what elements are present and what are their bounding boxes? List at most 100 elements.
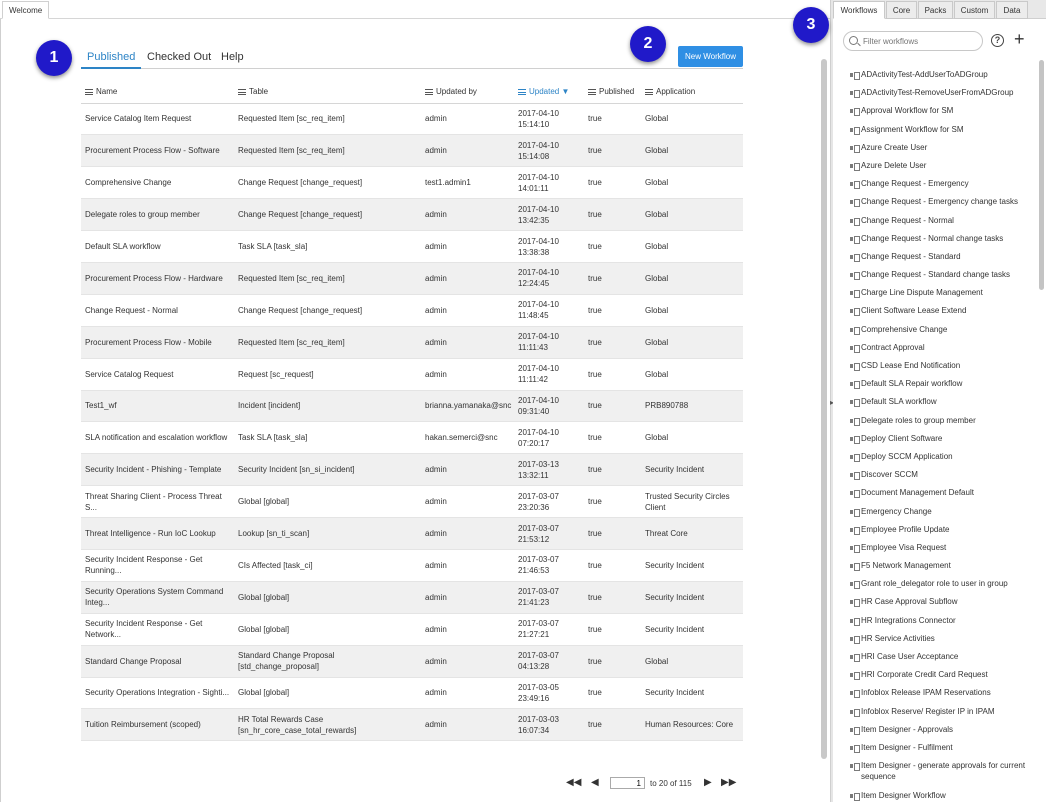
- cell-updated: 2017-04-10 15:14:08: [514, 134, 584, 168]
- next-page-icon[interactable]: ▶: [704, 777, 712, 788]
- page-number-input[interactable]: [610, 777, 645, 789]
- table-row[interactable]: Service Catalog Request Request [sc_reque…: [81, 358, 743, 391]
- table-row[interactable]: Tuition Reimbursement (scoped) HR Total R…: [81, 708, 743, 742]
- column-menu-icon[interactable]: [645, 89, 653, 96]
- column-menu-icon[interactable]: [425, 89, 433, 96]
- panel-tab-data[interactable]: Data: [996, 1, 1028, 19]
- table-row[interactable]: Security Incident - Phishing - Template S…: [81, 453, 743, 487]
- workflow-list-item[interactable]: Item Designer - Approvals: [847, 722, 1033, 740]
- cell-updated-date: 2017-04-10: [518, 140, 559, 150]
- workflow-list-item[interactable]: Charge Line Dispute Management: [847, 285, 1033, 303]
- table-row[interactable]: Service Catalog Item Request Requested It…: [81, 103, 743, 136]
- workflow-list-item[interactable]: Change Request - Normal: [847, 213, 1033, 231]
- workflow-list-item[interactable]: HR Service Activities: [847, 631, 1033, 649]
- column-header-published[interactable]: Published: [584, 81, 641, 104]
- cell-name: Procurement Process Flow - Software: [81, 134, 234, 168]
- column-header-updated-by[interactable]: Updated by: [421, 81, 514, 104]
- last-page-icon[interactable]: ▶▶: [721, 777, 736, 788]
- first-page-icon[interactable]: ◀◀: [566, 777, 581, 788]
- workflow-list-item[interactable]: Azure Delete User: [847, 158, 1033, 176]
- column-header-updated[interactable]: Updated ▼: [514, 81, 584, 104]
- column-menu-icon[interactable]: [518, 89, 526, 96]
- main-scrollbar[interactable]: [821, 59, 827, 759]
- tab-checked-out[interactable]: Checked Out: [141, 49, 217, 69]
- workflow-list-item[interactable]: ADActivityTest-RemoveUserFromADGroup: [847, 85, 1033, 103]
- workflow-list-item[interactable]: Change Request - Emergency change tasks: [847, 194, 1033, 212]
- cell-updated: 2017-03-07 04:13:28: [514, 645, 584, 678]
- tab-welcome[interactable]: Welcome: [2, 1, 50, 19]
- table-row[interactable]: Security Operations System Command Integ…: [81, 581, 743, 614]
- workflow-list-item[interactable]: Employee Visa Request: [847, 540, 1033, 558]
- panel-scrollbar[interactable]: [1039, 60, 1044, 290]
- workflow-list-item[interactable]: Change Request - Standard: [847, 249, 1033, 267]
- workflow-list-item[interactable]: Assignment Workflow for SM: [847, 122, 1033, 140]
- panel-tab-core[interactable]: Core: [886, 1, 917, 19]
- workflow-list-item[interactable]: Item Designer - generate approvals for c…: [847, 758, 1033, 788]
- filter-workflows-input[interactable]: [863, 35, 978, 48]
- table-row[interactable]: Procurement Process Flow - Software Reque…: [81, 134, 743, 168]
- column-header-application[interactable]: Application: [641, 81, 743, 104]
- table-row[interactable]: Comprehensive Change Change Request [chan…: [81, 166, 743, 200]
- panel-tab-workflows[interactable]: Workflows: [833, 1, 885, 19]
- workflow-list-item[interactable]: Deploy Client Software: [847, 431, 1033, 449]
- workflow-list-item[interactable]: Azure Create User: [847, 140, 1033, 158]
- previous-page-icon[interactable]: ◀: [591, 777, 599, 788]
- workflow-list-item[interactable]: HRI Corporate Credit Card Request: [847, 667, 1033, 685]
- workflow-icon: [850, 726, 860, 735]
- workflow-list-item[interactable]: Item Designer Workflow: [847, 788, 1033, 802]
- panel-tab-packs[interactable]: Packs: [918, 1, 953, 19]
- workflow-list-item[interactable]: ADActivityTest-AddUserToADGroup: [847, 67, 1033, 85]
- workflow-list-item[interactable]: Default SLA Repair workflow: [847, 376, 1033, 394]
- table-row[interactable]: Security Incident Response - Get Running…: [81, 549, 743, 582]
- workflow-list-item[interactable]: Discover SCCM: [847, 467, 1033, 485]
- workflow-list-item[interactable]: Document Management Default: [847, 485, 1033, 503]
- workflow-list-item[interactable]: Grant role_delegator role to user in gro…: [847, 576, 1033, 594]
- add-icon[interactable]: +: [1014, 30, 1025, 48]
- help-icon[interactable]: ?: [991, 34, 1004, 47]
- workflow-list-item[interactable]: HR Integrations Connector: [847, 613, 1033, 631]
- workflow-list-item[interactable]: Comprehensive Change: [847, 322, 1033, 340]
- workflow-list-item[interactable]: CSD Lease End Notification: [847, 358, 1033, 376]
- workflow-list-item[interactable]: Change Request - Standard change tasks: [847, 267, 1033, 285]
- workflow-list-item[interactable]: Emergency Change: [847, 504, 1033, 522]
- table-row[interactable]: Threat Intelligence - Run IoC Lookup Look…: [81, 517, 743, 550]
- workflow-list-item[interactable]: Infoblox Release IPAM Reservations: [847, 685, 1033, 703]
- workflow-list-item[interactable]: Approval Workflow for SM: [847, 103, 1033, 121]
- column-menu-icon[interactable]: [588, 89, 596, 96]
- workflow-list-item[interactable]: Infoblox Reserve/ Register IP in IPAM: [847, 704, 1033, 722]
- workflow-list-item[interactable]: Change Request - Emergency: [847, 176, 1033, 194]
- panel-tab-custom[interactable]: Custom: [954, 1, 995, 19]
- workflow-list-item[interactable]: Item Designer - Fulfilment: [847, 740, 1033, 758]
- workflow-list-item[interactable]: HR Case Approval Subflow: [847, 594, 1033, 612]
- workflow-list-item[interactable]: Client Software Lease Extend: [847, 303, 1033, 321]
- table-row[interactable]: Standard Change Proposal Standard Change …: [81, 645, 743, 678]
- workflow-list-item[interactable]: Deploy SCCM Application: [847, 449, 1033, 467]
- workflow-list-item[interactable]: Delegate roles to group member: [847, 413, 1033, 431]
- table-row[interactable]: Delegate roles to group member Change Req…: [81, 198, 743, 232]
- cell-updated-time: 13:38:38: [518, 247, 550, 257]
- workflow-list-item[interactable]: Contract Approval: [847, 340, 1033, 358]
- table-row[interactable]: Security Operations Integration - Sighti…: [81, 677, 743, 710]
- workflow-list-item[interactable]: Employee Profile Update: [847, 522, 1033, 540]
- column-menu-icon[interactable]: [85, 89, 93, 96]
- tab-published[interactable]: Published: [81, 49, 142, 69]
- column-header-name[interactable]: Name: [81, 81, 234, 104]
- workflow-icon: [850, 654, 860, 662]
- workflow-list-item[interactable]: Default SLA workflow: [847, 394, 1033, 412]
- workflow-list-item[interactable]: F5 Network Management: [847, 558, 1033, 576]
- table-row[interactable]: Security Incident Response - Get Network…: [81, 613, 743, 646]
- tab-help[interactable]: Help: [215, 49, 250, 69]
- workflow-list-item[interactable]: HRI Case User Acceptance: [847, 649, 1033, 667]
- table-row[interactable]: Procurement Process Flow - Hardware Reque…: [81, 262, 743, 295]
- workflow-list-item[interactable]: Change Request - Normal change tasks: [847, 231, 1033, 249]
- column-header-table[interactable]: Table: [234, 81, 421, 104]
- table-row[interactable]: Change Request - Normal Change Request [c…: [81, 294, 743, 327]
- table-row[interactable]: Test1_wf Incident [incident] brianna.yaman…: [81, 390, 743, 423]
- new-workflow-button[interactable]: New Workflow: [678, 46, 743, 67]
- table-row[interactable]: Threat Sharing Client - Process Threat S…: [81, 485, 743, 519]
- cell-updated: 2017-04-10 12:24:45: [514, 262, 584, 295]
- table-row[interactable]: Default SLA workflow Task SLA [task_sla] a…: [81, 230, 743, 263]
- table-row[interactable]: SLA notification and escalation workflow…: [81, 421, 743, 455]
- table-row[interactable]: Procurement Process Flow - Mobile Request…: [81, 326, 743, 359]
- column-menu-icon[interactable]: [238, 89, 246, 96]
